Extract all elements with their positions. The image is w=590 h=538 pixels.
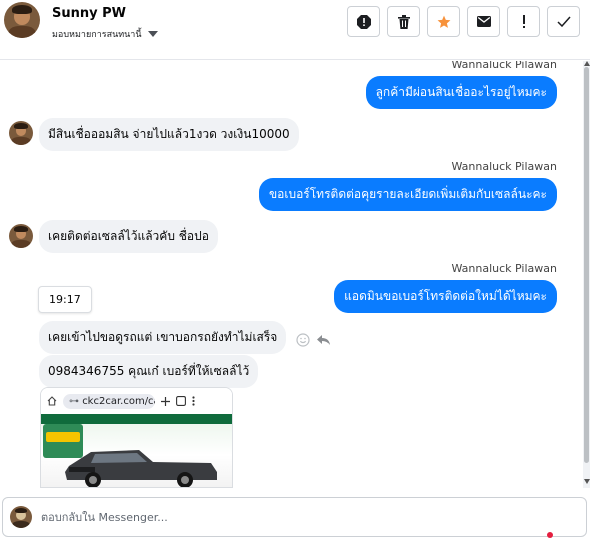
scroll-down-arrow[interactable] xyxy=(584,479,590,484)
mark-done-button[interactable] xyxy=(547,6,580,37)
reply-composer xyxy=(2,497,587,538)
site-banner xyxy=(41,414,232,424)
incoming-message[interactable]: เคยติดต่อเซลล์ไว้แล้วคับ ชื่อปอ xyxy=(39,220,218,253)
star-icon xyxy=(437,15,450,28)
checkmark-icon xyxy=(556,16,571,27)
url-bar: ⊶ ckc2car.com/ca xyxy=(63,393,155,409)
star-button[interactable] xyxy=(427,6,460,37)
page-avatar xyxy=(10,506,32,528)
caret-down-icon xyxy=(147,31,158,37)
message-thread[interactable]: Wannaluck Pilawan ลูกค้ามีผ่อนสินเชื่ออะ… xyxy=(0,61,583,488)
image-attachment[interactable]: ⊶ ckc2car.com/ca xyxy=(40,387,233,488)
browser-bar: ⊶ ckc2car.com/ca xyxy=(41,388,232,414)
pickup-truck-image xyxy=(65,450,217,487)
email-button[interactable] xyxy=(467,6,500,37)
incoming-message[interactable]: เคยเข้าไปขอดูรถแต่ เขาบอกรถยังทำไม่เสร็จ xyxy=(39,321,287,354)
trash-icon xyxy=(397,14,410,29)
incoming-message[interactable]: มีสินเชื่อออมสิน จ่ายไปแล้ว1งวด วงเงิน10… xyxy=(39,118,299,151)
contact-avatar[interactable] xyxy=(4,2,40,38)
plus-icon xyxy=(161,396,170,406)
screenshot-content xyxy=(41,414,232,487)
delete-button[interactable] xyxy=(387,6,420,37)
reply-icon[interactable] xyxy=(316,334,331,346)
octagon-alert-icon xyxy=(356,14,371,29)
home-icon xyxy=(47,396,57,406)
assign-conversation-dropdown[interactable]: มอบหมายการสนทนานี้ xyxy=(52,27,158,41)
url-text: ckc2car.com/ca xyxy=(82,395,155,407)
emoji-react-icon[interactable] xyxy=(296,333,310,347)
sender-name: Wannaluck Pilawan xyxy=(451,61,558,71)
exclamation-icon xyxy=(522,14,525,28)
conversation-toolbar xyxy=(347,6,580,37)
sender-name: Wannaluck Pilawan xyxy=(451,262,558,275)
contact-avatar[interactable] xyxy=(9,224,33,248)
message-actions xyxy=(296,333,331,347)
envelope-icon xyxy=(476,16,491,27)
assign-conversation-label: มอบหมายการสนทนานี้ xyxy=(52,30,142,40)
spam-report-button[interactable] xyxy=(347,6,380,37)
outgoing-message[interactable]: ลูกค้ามีผ่อนสินเชื่ออะไรอยู่ไหมคะ xyxy=(365,76,557,109)
more-vertical-icon xyxy=(192,396,195,406)
scroll-up-arrow[interactable] xyxy=(584,61,590,66)
contact-name[interactable]: Sunny PW xyxy=(52,6,126,21)
sender-name: Wannaluck Pilawan xyxy=(451,160,558,173)
notification-dot xyxy=(547,532,553,538)
mark-important-button[interactable] xyxy=(507,6,540,37)
contact-avatar[interactable] xyxy=(9,121,33,145)
conversation-header: Sunny PW มอบหมายการสนทนานี้ xyxy=(0,0,590,60)
scroll-thumb[interactable] xyxy=(584,67,589,463)
tabs-icon xyxy=(176,396,186,406)
timestamp-tooltip: 19:17 xyxy=(38,286,92,313)
outgoing-message[interactable]: แอดมินขอเบอร์โทรติดต่อใหม่ได้ไหมคะ xyxy=(334,280,557,313)
thread-scrollbar[interactable] xyxy=(583,61,590,488)
incoming-message[interactable]: 0984346755 คุณเก๋ เบอร์ที่ให้เซลล์ไว้ xyxy=(39,355,259,388)
reply-input[interactable] xyxy=(41,511,561,524)
outgoing-message[interactable]: ขอเบอร์โทรติดต่อคุยรายละเอียดเพิ่มเติมกั… xyxy=(258,178,557,211)
